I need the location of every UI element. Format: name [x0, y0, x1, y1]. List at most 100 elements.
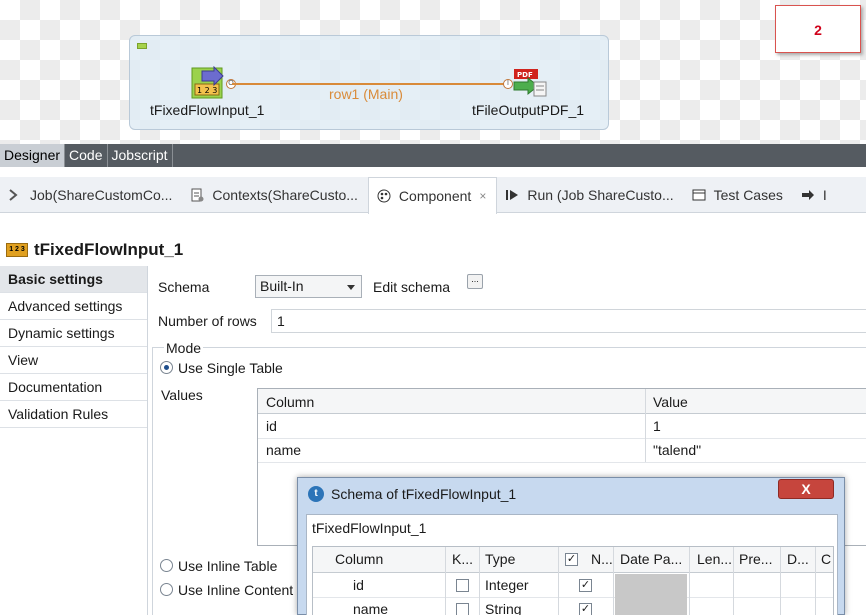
tab-jobscript[interactable]: Jobscript [108, 144, 173, 167]
nav-view[interactable]: View [0, 347, 147, 374]
radio-single-table-label[interactable]: Use Single Table [178, 360, 283, 376]
schema-header-column[interactable]: Column [335, 551, 383, 567]
radio-inline-content-label[interactable]: Use Inline Content [178, 582, 293, 598]
schema-header-nullable[interactable]: N... [591, 551, 613, 567]
row-link-label[interactable]: row1 (Main) [329, 86, 403, 102]
schema-select-value: Built-In [260, 278, 304, 294]
radio-inline-table[interactable] [160, 559, 173, 572]
tab-more[interactable]: I [793, 177, 837, 213]
nav-documentation[interactable]: Documentation [0, 374, 147, 401]
key-checkbox[interactable] [456, 579, 469, 592]
column-divider [613, 547, 614, 615]
column-divider [645, 389, 646, 462]
tab-more-label: I [822, 187, 827, 203]
nullable-select-all-checkbox[interactable]: ✓ [565, 553, 578, 566]
rows-input[interactable]: 1 [271, 309, 866, 333]
pdf-output-icon[interactable]: PDF [512, 66, 552, 102]
edit-schema-button[interactable]: ... [467, 274, 483, 289]
component-icon [377, 189, 391, 203]
header-value[interactable]: Value [653, 394, 688, 410]
cell-value[interactable]: 1 [653, 418, 661, 434]
job-designer-canvas[interactable]: 1 2 3 O tFixedFlowInput_1 row1 (Main) I … [0, 0, 866, 144]
schema-table-header: Column K... Type ✓ N... Date Pa... Len..… [313, 547, 833, 573]
header-column[interactable]: Column [266, 394, 314, 410]
nav-dynamic-settings[interactable]: Dynamic settings [0, 320, 147, 347]
table-row[interactable]: name "talend" [258, 439, 866, 463]
cell-column[interactable]: id [266, 418, 277, 434]
schema-header-date-pattern[interactable]: Date Pa... [620, 551, 682, 567]
tab-job-label: Job(ShareCustomCo... [30, 187, 173, 203]
settings-nav: Basic settings Advanced settings Dynamic… [0, 266, 148, 615]
fixed-flow-input-small-icon: 1 2 3 [6, 243, 28, 257]
annotation-note[interactable]: 2 [775, 5, 861, 53]
run-icon [505, 188, 519, 202]
dialog-subtitle: tFixedFlowInput_1 [312, 520, 427, 536]
nullable-checkbox[interactable]: ✓ [579, 603, 592, 615]
dialog-title-bar[interactable]: t Schema of tFixedFlowInput_1 X [298, 478, 844, 510]
component-label-fixed-flow-input[interactable]: tFixedFlowInput_1 [150, 102, 264, 118]
schema-cell-type[interactable]: String [485, 601, 522, 615]
rows-label: Number of rows [158, 313, 257, 329]
schema-cell-type[interactable]: Integer [485, 577, 529, 593]
nullable-checkbox[interactable]: ✓ [579, 579, 592, 592]
cell-column[interactable]: name [266, 442, 301, 458]
tab-code[interactable]: Code [65, 144, 108, 167]
schema-dialog[interactable]: t Schema of tFixedFlowInput_1 X tFixedFl… [297, 477, 845, 615]
dialog-body: tFixedFlowInput_1 Column K... Type ✓ N..… [306, 514, 838, 615]
dialog-close-button[interactable]: X [778, 479, 834, 499]
job-icon [8, 188, 22, 202]
values-table-header: Column Value [258, 389, 866, 414]
table-row[interactable]: id 1 [258, 415, 866, 439]
schema-header-key[interactable]: K... [452, 551, 473, 567]
key-checkbox[interactable] [456, 603, 469, 615]
cell-value[interactable]: "talend" [653, 442, 701, 458]
schema-cell-column[interactable]: name [353, 601, 388, 615]
tab-test-cases-label: Test Cases [713, 187, 783, 203]
table-row[interactable]: id Integer ✓ [313, 574, 833, 598]
chevron-down-icon [347, 285, 355, 290]
contexts-icon [190, 188, 204, 202]
tab-component-label: Component [398, 188, 472, 204]
row-link-line[interactable] [232, 83, 504, 85]
tab-test-cases[interactable]: Test Cases [684, 177, 793, 213]
tab-component[interactable]: Component × [367, 177, 498, 214]
designer-tab-bar: Designer Code Jobscript [0, 144, 866, 167]
date-pattern-cell[interactable] [615, 598, 687, 615]
tab-run[interactable]: Run (Job ShareCusto... [497, 177, 683, 213]
column-divider [780, 547, 781, 615]
component-title: 1 2 3 tFixedFlowInput_1 [6, 240, 183, 260]
tab-designer[interactable]: Designer [0, 144, 66, 167]
schema-cell-column[interactable]: id [353, 577, 364, 593]
schema-label: Schema [158, 279, 210, 295]
talend-icon: t [308, 486, 324, 502]
column-divider [445, 547, 446, 615]
tab-job[interactable]: Job(ShareCustomCo... [0, 177, 182, 213]
schema-header-precision[interactable]: Pre... [739, 551, 772, 567]
nav-advanced-settings[interactable]: Advanced settings [0, 293, 147, 320]
fixed-flow-input-icon[interactable]: 1 2 3 [190, 65, 230, 102]
component-label-pdf-output[interactable]: tFileOutputPDF_1 [472, 102, 584, 118]
radio-single-table[interactable] [160, 361, 173, 374]
schema-header-comment[interactable]: C [821, 551, 831, 567]
column-divider [815, 547, 816, 615]
schema-header-type[interactable]: Type [485, 551, 515, 567]
table-row[interactable]: name String ✓ [313, 598, 833, 615]
schema-table[interactable]: Column K... Type ✓ N... Date Pa... Len..… [312, 546, 834, 615]
tab-contexts[interactable]: Contexts(ShareCusto... [182, 177, 368, 213]
column-divider [479, 547, 480, 615]
radio-inline-content[interactable] [160, 583, 173, 596]
tab-contexts-label: Contexts(ShareCusto... [212, 187, 358, 203]
more-icon [801, 188, 815, 202]
column-divider [733, 547, 734, 615]
view-tab-bar: Job(ShareCustomCo... Contexts(ShareCusto… [0, 177, 866, 214]
schema-header-default[interactable]: D... [787, 551, 809, 567]
schema-header-length[interactable]: Len... [697, 551, 732, 567]
radio-inline-table-label[interactable]: Use Inline Table [178, 558, 277, 574]
subjob-collapse-toggle[interactable] [137, 43, 147, 49]
close-icon[interactable]: × [479, 189, 486, 203]
nav-validation-rules[interactable]: Validation Rules [0, 401, 147, 428]
nav-basic-settings[interactable]: Basic settings [0, 266, 147, 293]
svg-text:PDF: PDF [517, 71, 533, 79]
schema-select[interactable]: Built-In [255, 275, 362, 298]
date-pattern-cell[interactable] [615, 574, 687, 598]
